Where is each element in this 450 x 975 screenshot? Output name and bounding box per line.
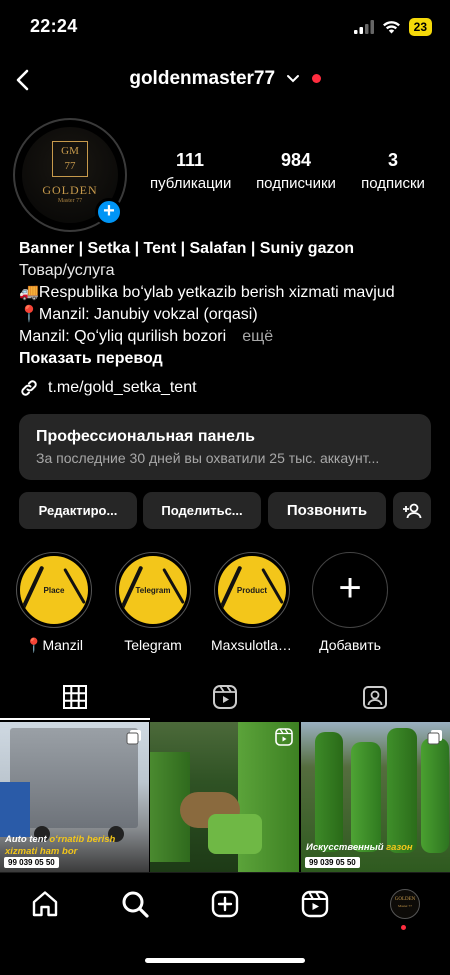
bio-name: Banner | Setka | Tent | Salafan | Suniy … [19, 240, 355, 257]
stat-following[interactable]: 3 подписки [352, 150, 434, 192]
logo-monogram-bottom: 77 [64, 160, 76, 172]
status-icons: 23 [353, 18, 432, 36]
highlight-ring: Telegram [115, 552, 191, 628]
highlight-cover-label: Place [43, 586, 65, 595]
highlight-products[interactable]: Product Maxsulotlari... [211, 552, 293, 653]
highlight-cover-label: Product [236, 586, 268, 595]
professional-dashboard-title: Профессиональная панель [36, 428, 255, 445]
bio-website-url: t.me/gold_setka_tent [48, 379, 197, 396]
posts-grid: Auto tent oʻrnatib berish xizmati ham bo… [0, 722, 450, 872]
highlight-caption: Maxsulotlari... [211, 637, 293, 653]
highlight-manzil[interactable]: Place 📍Manzil [14, 552, 94, 654]
post-phone-label: 99 039 05 50 [305, 857, 360, 868]
profile-avatar-tab[interactable]: GOLDEN Master 77 [390, 889, 420, 919]
logo-monogram: GM 77 [52, 141, 88, 177]
post-caption-part: Auto tent [5, 834, 50, 845]
stat-posts-label: публикации [150, 175, 232, 192]
highlight-caption: Telegram [124, 637, 182, 653]
home-indicator [145, 958, 305, 963]
link-icon [21, 380, 37, 396]
bio-line-address: 📍Manzil: Janubiy vokzal (orqasi) [19, 306, 258, 323]
call-button[interactable]: Позвонить [268, 492, 386, 529]
bio-line-delivery: 🚚Respublika boʻylab yetkazib berish xizm… [19, 284, 395, 301]
bio-more-link[interactable]: ещё [242, 328, 273, 345]
post-caption: Искусственный газон [306, 842, 413, 854]
tab-grid-icon[interactable] [62, 684, 88, 710]
battery-indicator: 23 [408, 18, 432, 36]
carousel-icon [427, 730, 442, 745]
reels-icon[interactable] [300, 889, 330, 919]
highlight-add-new[interactable]: + Добавить [310, 552, 390, 653]
add-person-icon [403, 503, 422, 519]
post-caption-highlight: oʻrnatib berish [49, 834, 116, 845]
stat-followers-value: 984 [280, 150, 312, 170]
notification-dot [311, 74, 321, 84]
stat-followers[interactable]: 984 подписчики [248, 150, 344, 192]
create-post-icon[interactable] [210, 889, 240, 919]
highlight-ring: Product [214, 552, 290, 628]
post-caption-highlight: газон [386, 842, 413, 853]
highlight-cover: Place [20, 556, 88, 624]
status-bar: 22:24 23 [0, 0, 450, 54]
status-time: 22:24 [30, 16, 78, 36]
active-tab-indicator [0, 718, 150, 720]
bio-line-address2-text: Manzil: Qoʻyliq qurilish bozori [19, 328, 227, 345]
highlight-telegram[interactable]: Telegram Telegram [113, 552, 193, 653]
highlight-caption: 📍Manzil [25, 637, 83, 653]
stat-posts[interactable]: 111 публикации [150, 150, 232, 192]
highlight-caption: Добавить [319, 637, 381, 653]
discover-people-button[interactable] [393, 492, 431, 529]
profile-header: goldenmaster77 [0, 60, 450, 100]
post-thumbnail[interactable] [150, 722, 299, 872]
highlight-cover: Product [218, 556, 286, 624]
profile-notification-dot [401, 925, 406, 930]
tab-reels-icon[interactable] [212, 684, 238, 710]
share-profile-button[interactable]: Поделитьс... [143, 492, 261, 529]
professional-dashboard-subtitle: За последние 30 дней вы охватили 25 тыс.… [36, 450, 380, 466]
post-phone-label: 99 039 05 50 [4, 857, 59, 868]
edit-profile-button[interactable]: Редактиро... [19, 492, 137, 529]
highlight-cover: Telegram [119, 556, 187, 624]
username-label: goldenmaster77 [129, 68, 276, 89]
post-caption-part: xizmati ham bor [5, 846, 78, 857]
stat-posts-value: 111 [175, 150, 205, 170]
logo-monogram-top: GM [61, 145, 79, 157]
highlight-cover-label: Telegram [135, 586, 171, 595]
username-switcher[interactable]: goldenmaster77 [0, 68, 450, 90]
profile-bio: Banner | Setka | Tent | Salafan | Suniy … [19, 238, 439, 370]
search-icon[interactable] [120, 889, 150, 919]
reels-icon [275, 728, 293, 746]
bio-line-address2: Manzil: Qoʻyliq qurilish bozori ещё [19, 326, 439, 348]
carousel-icon [126, 730, 141, 745]
post-caption-part: Искусственный [306, 842, 387, 853]
chevron-down-icon [287, 74, 300, 83]
show-translation-link[interactable]: Показать перевод [19, 348, 439, 370]
post-thumbnail[interactable]: Искусственный газон 99 039 05 50 [301, 722, 450, 872]
signal-icon [353, 20, 374, 34]
plus-icon: + [312, 552, 388, 628]
wifi-icon [382, 21, 400, 34]
bio-website-link[interactable]: t.me/gold_setka_tent [19, 378, 197, 398]
add-story-plus-icon[interactable]: + [95, 198, 123, 226]
profile-avatar-tab-sub: Master 77 [397, 904, 413, 908]
post-caption: Auto tent oʻrnatib berish xizmati ham bo… [5, 834, 115, 858]
tab-tagged-icon[interactable] [362, 684, 388, 710]
stat-following-value: 3 [387, 150, 398, 170]
stat-following-label: подписки [361, 175, 425, 192]
professional-dashboard[interactable]: Профессиональная панель За последние 30 … [19, 414, 431, 480]
post-thumbnail[interactable]: Auto tent oʻrnatib berish xizmati ham bo… [0, 722, 149, 872]
home-icon[interactable] [30, 889, 60, 919]
stat-followers-label: подписчики [256, 175, 336, 192]
profile-content-tabs [0, 672, 450, 720]
logo-name: GOLDEN [42, 183, 98, 197]
bio-category: Товар/услуга [19, 262, 115, 279]
highlight-ring: Place [16, 552, 92, 628]
